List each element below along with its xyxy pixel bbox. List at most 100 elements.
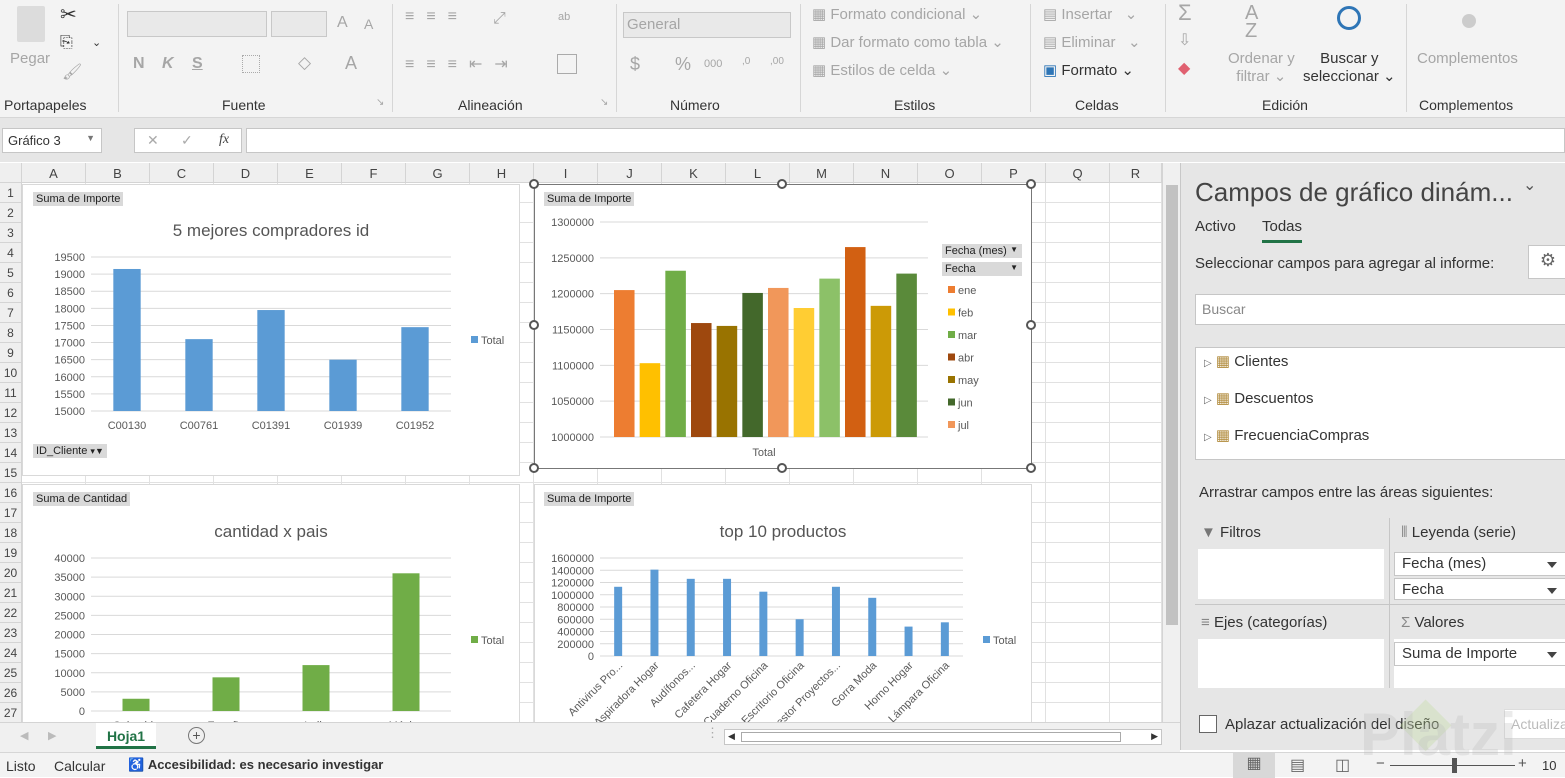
select-all-corner[interactable]: [0, 163, 22, 183]
bar-C01952[interactable]: [401, 327, 429, 411]
field-table-frecuenciacompras[interactable]: ▷ ▦ FrecuenciaCompras: [1204, 426, 1369, 444]
column-header-R[interactable]: R: [1110, 163, 1162, 183]
horizontal-align-icons[interactable]: ≡≡≡⇤⇥: [405, 54, 520, 74]
row-header-1[interactable]: 1: [0, 183, 22, 203]
cut-icon[interactable]: ✂: [60, 2, 77, 27]
resize-handle[interactable]: [1026, 179, 1036, 189]
legend-entry-ene[interactable]: ene: [958, 285, 976, 297]
italic-button[interactable]: K: [162, 55, 174, 73]
row-header-5[interactable]: 5: [0, 263, 22, 283]
sheet-tab-hoja1[interactable]: Hoja1: [96, 723, 156, 749]
orientation-icon[interactable]: ⤢: [493, 10, 506, 28]
bar-C01391[interactable]: [257, 310, 285, 411]
resize-handle[interactable]: [1026, 320, 1036, 330]
legend-entry-feb[interactable]: feb: [958, 308, 973, 320]
column-header-P[interactable]: P: [982, 163, 1046, 183]
legend-field-button-date[interactable]: Fecha ▼: [942, 262, 1022, 276]
legend-item-fecha-mes[interactable]: Fecha (mes): [1394, 552, 1565, 576]
expand-icon[interactable]: ▷: [1204, 358, 1212, 369]
search-input[interactable]: Buscar: [1195, 294, 1565, 325]
page-layout-icon[interactable]: ▤: [1290, 755, 1305, 775]
dialog-launcher-icon[interactable]: ↘: [600, 97, 608, 108]
legend-entry-may[interactable]: may: [958, 375, 979, 387]
underline-button[interactable]: S: [192, 55, 203, 73]
gear-icon[interactable]: ⚙: [1528, 245, 1565, 279]
bar-Aud-fonos---[interactable]: [686, 578, 695, 656]
bar-ago[interactable]: [793, 308, 815, 437]
resize-handle[interactable]: [777, 179, 787, 189]
fill-icon[interactable]: ⇩: [1178, 30, 1191, 50]
scrollbar-thumb[interactable]: [741, 732, 1121, 742]
bar-oct[interactable]: [845, 247, 866, 437]
bar-Escritorio-Oficina[interactable]: [795, 619, 804, 656]
bar-Antivirus-Pro---[interactable]: [614, 586, 623, 656]
column-header-M[interactable]: M: [790, 163, 854, 183]
row-header-8[interactable]: 8: [0, 323, 22, 343]
bar-L-mpara-Oficina[interactable]: [940, 622, 949, 656]
legend-entry-jul[interactable]: jul: [957, 420, 969, 432]
column-header-A[interactable]: A: [22, 163, 86, 183]
resize-handle[interactable]: [1026, 463, 1036, 473]
legend-entry-mar[interactable]: mar: [958, 330, 977, 342]
splitter-icon[interactable]: ⋮: [706, 725, 719, 741]
legend-swatch[interactable]: [948, 286, 955, 293]
bar-Horno-Hogar[interactable]: [904, 626, 913, 656]
increase-decimal-button[interactable]: ,0: [742, 56, 750, 67]
column-header-D[interactable]: D: [214, 163, 278, 183]
column-header-C[interactable]: C: [150, 163, 214, 183]
autosum-button[interactable]: Σ: [1178, 0, 1192, 26]
bar-Aspiradora-Hogar[interactable]: [650, 569, 659, 656]
row-header-7[interactable]: 7: [0, 303, 22, 323]
copy-dropdown-icon[interactable]: ⌄: [92, 36, 101, 49]
row-header-17[interactable]: 17: [0, 503, 22, 523]
row-header-11[interactable]: 11: [0, 383, 22, 403]
borders-icon[interactable]: [242, 55, 260, 73]
legend-swatch[interactable]: [983, 636, 990, 643]
bar-nov[interactable]: [870, 305, 892, 437]
chart-top-buyers[interactable]: Suma de Importe 5 mejores compradores id…: [22, 184, 520, 476]
bar-jun[interactable]: [742, 292, 763, 437]
clear-eraser-icon[interactable]: ◆: [1178, 58, 1190, 78]
bar-abr[interactable]: [691, 323, 712, 437]
vertical-align-icons[interactable]: ≡≡≡: [405, 8, 469, 26]
bar-Cuaderno-Oficina[interactable]: [759, 591, 768, 656]
row-header-6[interactable]: 6: [0, 283, 22, 303]
bar-C00761[interactable]: [185, 339, 213, 411]
fill-color-icon[interactable]: ◇: [298, 53, 311, 73]
legend-field-button-month[interactable]: Fecha (mes) ▼: [942, 244, 1022, 258]
filters-drop-area[interactable]: [1198, 549, 1384, 599]
row-header-27[interactable]: 27: [0, 703, 22, 723]
thousands-button[interactable]: 000: [704, 58, 722, 70]
format-button[interactable]: ▣ Formato ⌄: [1043, 61, 1134, 79]
wrap-text-button[interactable]: ab: [558, 12, 570, 23]
vertical-scrollbar[interactable]: [1162, 163, 1180, 723]
chart-quantity-by-country[interactable]: Suma de Cantidad cantidad x pais 0 5000 10…: [22, 484, 520, 724]
font-size-combo[interactable]: [271, 11, 327, 37]
bar-India[interactable]: [302, 665, 330, 711]
row-header-12[interactable]: 12: [0, 403, 22, 423]
column-header-E[interactable]: E: [278, 163, 342, 183]
bar-C01939[interactable]: [329, 359, 357, 411]
dropdown-arrow-icon[interactable]: [1547, 588, 1557, 594]
bar-dic[interactable]: [896, 273, 917, 437]
shrink-font-button[interactable]: A: [364, 16, 373, 32]
row-header-23[interactable]: 23: [0, 623, 22, 643]
bar-mar[interactable]: [665, 270, 686, 437]
legend-entry-total[interactable]: Total: [481, 335, 504, 347]
field-table-descuentos[interactable]: ▷ ▦ Descuentos: [1204, 389, 1313, 407]
cell-styles-button[interactable]: ▦ Estilos de celda ⌄: [812, 61, 952, 79]
row-header-3[interactable]: 3: [0, 223, 22, 243]
column-header-Q[interactable]: Q: [1046, 163, 1110, 183]
legend-swatch[interactable]: [948, 421, 955, 428]
formula-input[interactable]: [246, 128, 1565, 153]
bar-Gestor-Proyectos---[interactable]: [831, 586, 840, 656]
zoom-level[interactable]: 10: [1542, 758, 1556, 773]
defer-update-checkbox[interactable]: [1199, 715, 1217, 733]
row-header-14[interactable]: 14: [0, 443, 22, 463]
resize-handle[interactable]: [777, 463, 787, 473]
column-header-N[interactable]: N: [854, 163, 918, 183]
legend-swatch[interactable]: [471, 636, 478, 643]
legend-swatch[interactable]: [471, 336, 478, 343]
normal-view-icon[interactable]: ▦: [1233, 753, 1275, 778]
expand-icon[interactable]: ▷: [1204, 432, 1212, 443]
